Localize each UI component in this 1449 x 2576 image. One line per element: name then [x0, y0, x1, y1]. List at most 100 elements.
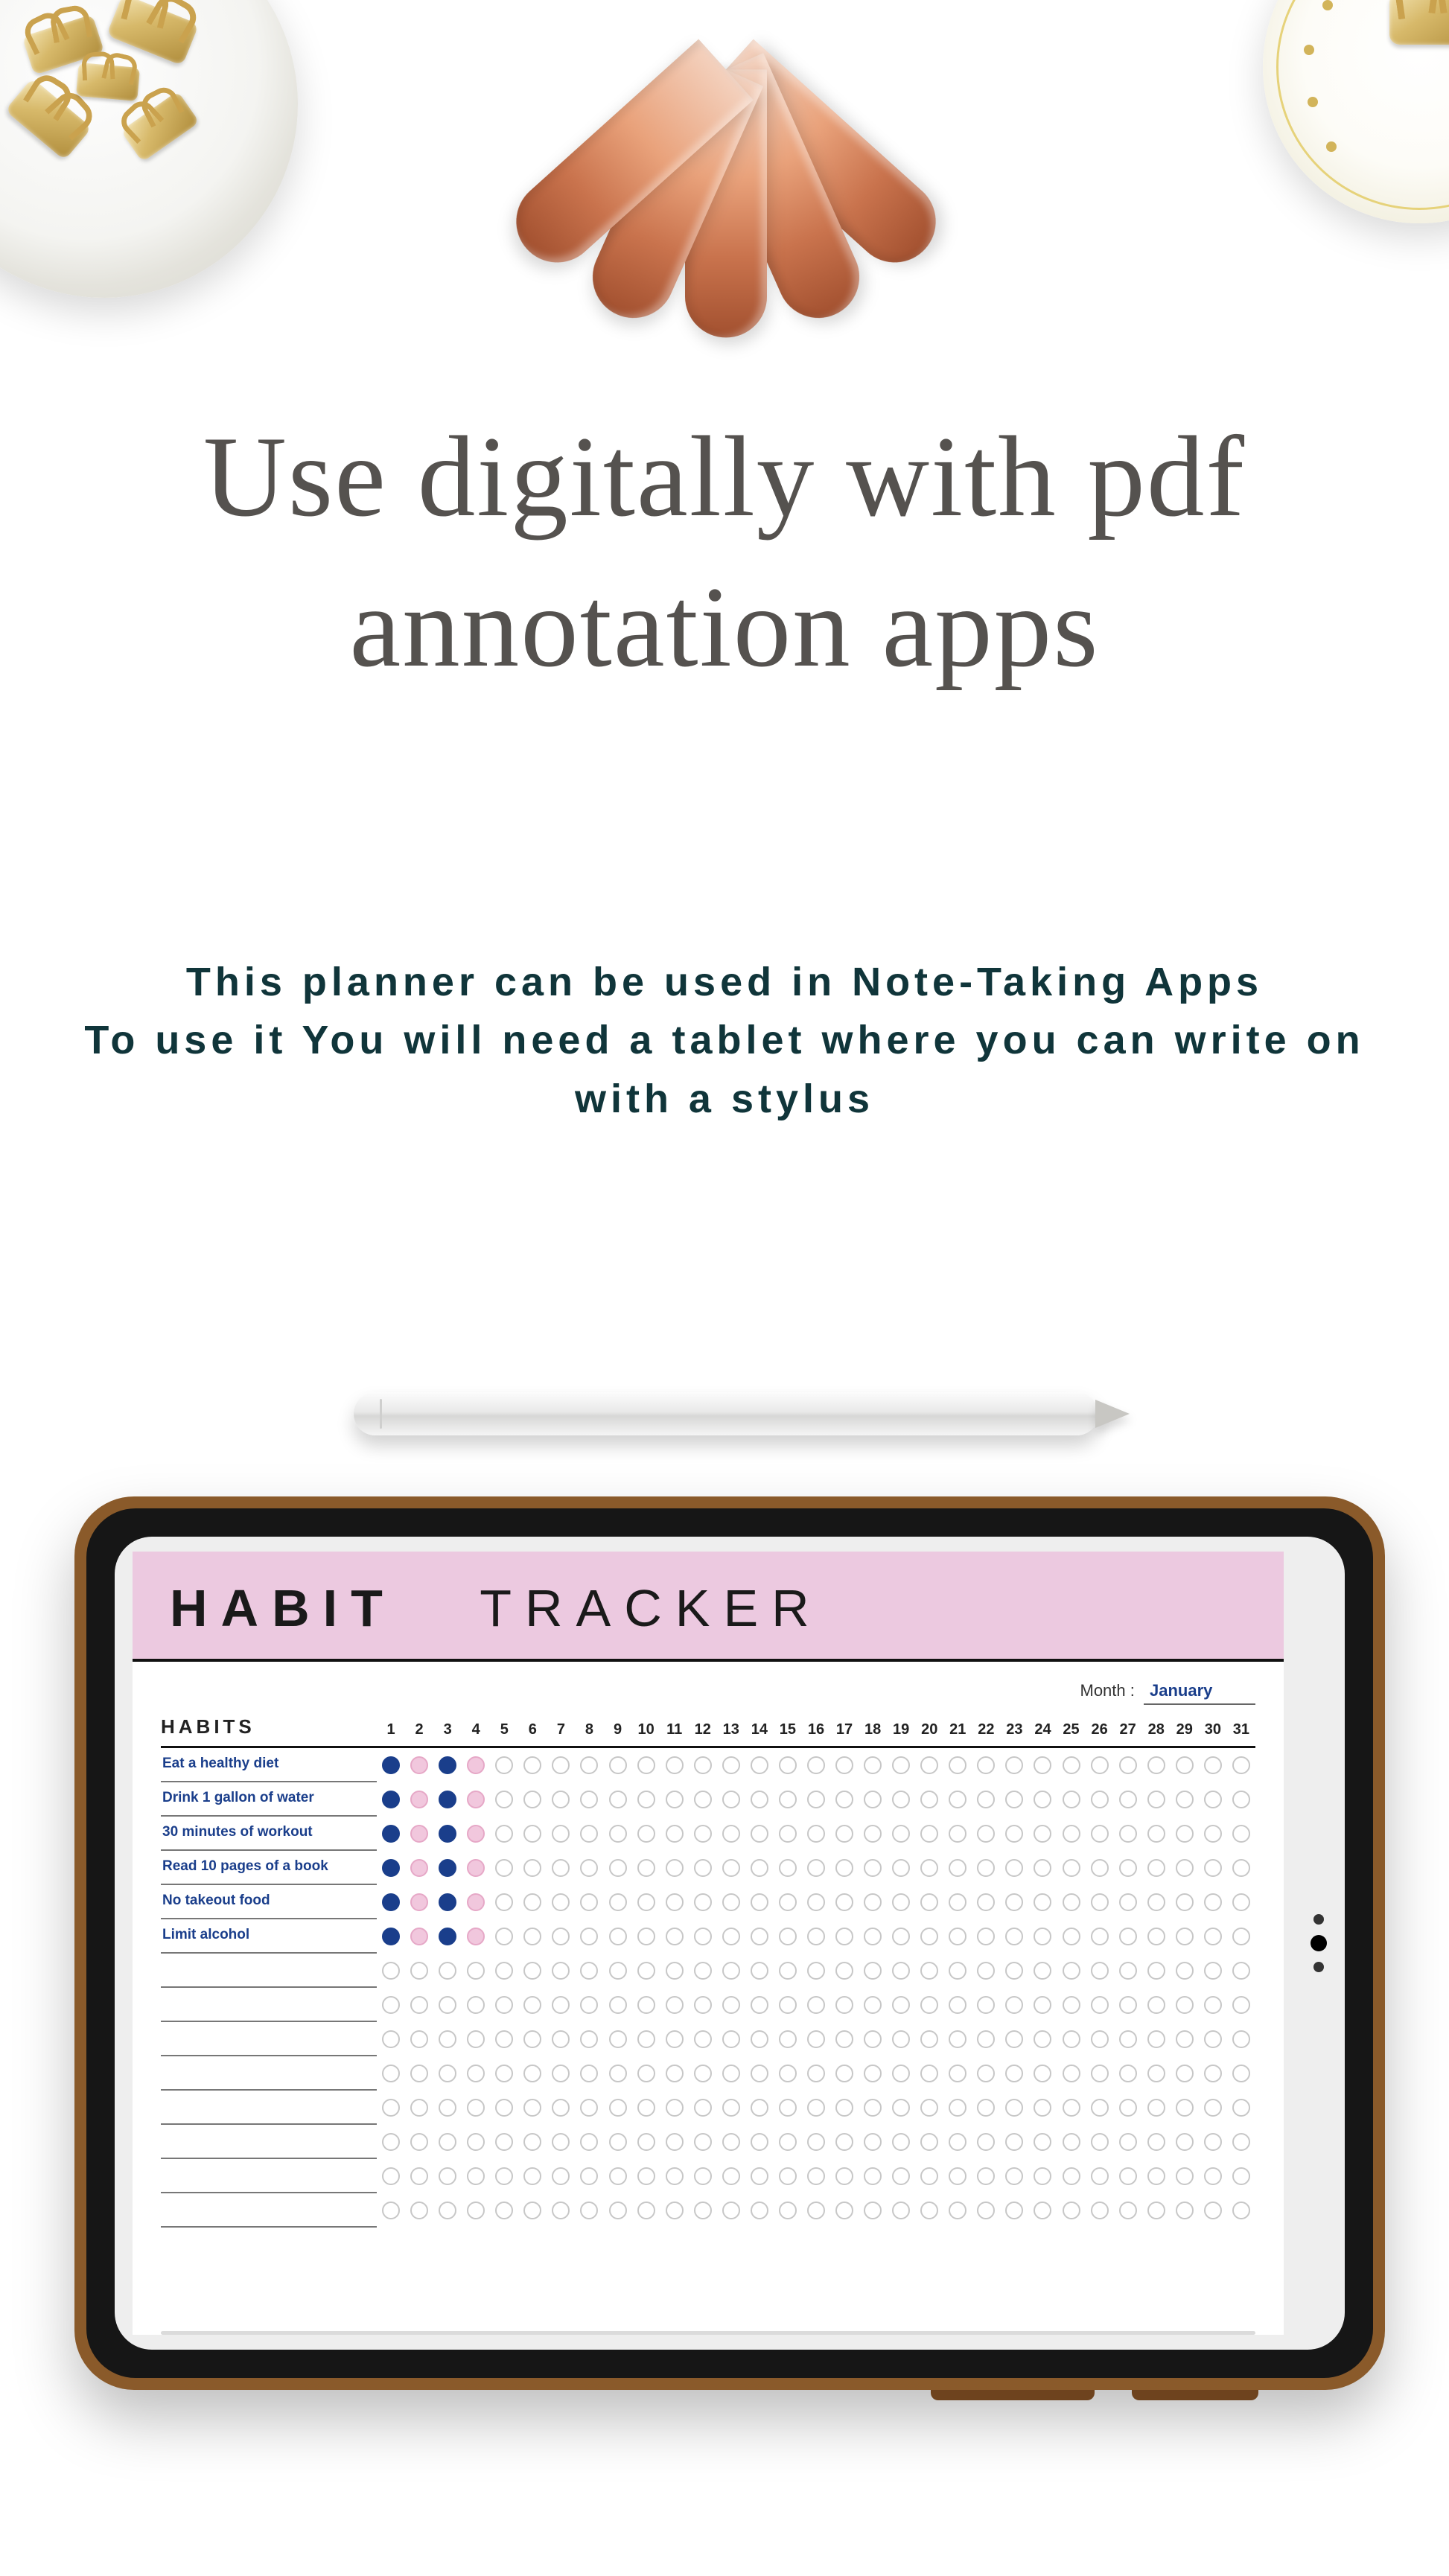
habit-dot-cell[interactable] [1199, 2099, 1227, 2117]
habit-dot-cell[interactable] [1000, 1791, 1028, 1808]
habit-dot-cell[interactable] [490, 2099, 518, 2117]
habit-dot-cell[interactable] [1142, 1893, 1171, 1911]
habit-dot-cell[interactable] [1114, 2030, 1142, 2048]
habit-dot-cell[interactable] [915, 1996, 943, 2014]
habit-dot-cell[interactable] [377, 1962, 405, 1980]
habit-dot-cell[interactable] [632, 1756, 660, 1774]
habit-dot-cell[interactable] [774, 1962, 802, 1980]
habit-dot-cell[interactable] [915, 1962, 943, 1980]
habit-dot-cell[interactable] [745, 1928, 774, 1945]
habit-dot-cell[interactable] [547, 2133, 575, 2151]
habit-dot-cell[interactable] [1199, 1996, 1227, 2014]
habit-dot-cell[interactable] [1086, 2030, 1114, 2048]
habit-dot-cell[interactable] [689, 1756, 717, 1774]
habit-dot-cell[interactable] [887, 1996, 915, 2014]
habit-dot-cell[interactable] [433, 1893, 462, 1911]
habit-dot-cell[interactable] [1057, 2202, 1086, 2219]
habit-dot-cell[interactable] [745, 1962, 774, 1980]
habit-dot-cell[interactable] [1227, 1825, 1255, 1843]
habit-dot-cell[interactable] [462, 1893, 490, 1911]
habit-dot-cell[interactable] [490, 2167, 518, 2185]
habit-dot-cell[interactable] [1227, 1859, 1255, 1877]
habit-dot-cell[interactable] [462, 2202, 490, 2219]
habit-dot-cell[interactable] [1171, 1791, 1199, 1808]
habit-dot-cell[interactable] [1028, 1962, 1057, 1980]
habit-dot-cell[interactable] [490, 2133, 518, 2151]
habit-dot-cell[interactable] [1028, 1996, 1057, 2014]
habit-dot-cell[interactable] [1028, 2065, 1057, 2082]
habit-dot-cell[interactable] [1199, 2065, 1227, 2082]
habit-dot-cell[interactable] [859, 1859, 887, 1877]
habit-dot-cell[interactable] [1086, 1791, 1114, 1808]
habit-dot-cell[interactable] [1114, 1962, 1142, 1980]
habit-dot-cell[interactable] [575, 1756, 603, 1774]
habit-dot-cell[interactable] [1142, 1996, 1171, 2014]
habit-dot-cell[interactable] [717, 1962, 745, 1980]
habit-dot-cell[interactable] [1171, 1756, 1199, 1774]
habit-dot-cell[interactable] [490, 1825, 518, 1843]
habit-dot-cell[interactable] [1028, 2133, 1057, 2151]
habit-dot-cell[interactable] [405, 2202, 433, 2219]
habit-dot-cell[interactable] [632, 2202, 660, 2219]
habit-dot-cell[interactable] [943, 1825, 972, 1843]
habit-dot-cell[interactable] [1142, 2202, 1171, 2219]
habit-dot-cell[interactable] [1142, 1928, 1171, 1945]
habit-dot-cell[interactable] [1171, 1825, 1199, 1843]
habit-dot-cell[interactable] [490, 2065, 518, 2082]
habit-dot-cell[interactable] [689, 1791, 717, 1808]
habit-dot-cell[interactable] [802, 1893, 830, 1911]
habit-dot-cell[interactable] [405, 1825, 433, 1843]
habit-dot-cell[interactable] [462, 2030, 490, 2048]
habit-label[interactable] [161, 1954, 377, 1988]
habit-dot-cell[interactable] [377, 2167, 405, 2185]
habit-dot-cell[interactable] [660, 1996, 689, 2014]
habit-dot-cell[interactable] [377, 2099, 405, 2117]
habit-dot-cell[interactable] [1057, 1756, 1086, 1774]
habit-dot-cell[interactable] [1199, 2202, 1227, 2219]
habit-dot-cell[interactable] [915, 2065, 943, 2082]
habit-dot-cell[interactable] [915, 2030, 943, 2048]
habit-dot-cell[interactable] [1000, 1893, 1028, 1911]
habit-dot-cell[interactable] [717, 2133, 745, 2151]
habit-dot-cell[interactable] [943, 2133, 972, 2151]
month-value[interactable]: January [1144, 1680, 1255, 1705]
habit-dot-cell[interactable] [1142, 1859, 1171, 1877]
habit-dot-cell[interactable] [774, 1893, 802, 1911]
habit-dot-cell[interactable] [774, 2030, 802, 2048]
habit-dot-cell[interactable] [802, 1962, 830, 1980]
habit-label[interactable]: 30 minutes of workout [161, 1817, 377, 1851]
habit-dot-cell[interactable] [1000, 2065, 1028, 2082]
habit-dot-cell[interactable] [1171, 1962, 1199, 1980]
habit-dot-cell[interactable] [547, 1962, 575, 1980]
habit-dot-cell[interactable] [774, 1996, 802, 2014]
habit-dot-cell[interactable] [604, 2030, 632, 2048]
habit-dot-cell[interactable] [1000, 2099, 1028, 2117]
habit-dot-cell[interactable] [377, 1859, 405, 1877]
habit-dot-cell[interactable] [462, 2099, 490, 2117]
habit-dot-cell[interactable] [717, 1996, 745, 2014]
habit-dot-cell[interactable] [575, 1859, 603, 1877]
habit-dot-cell[interactable] [972, 1825, 1000, 1843]
habit-dot-cell[interactable] [1086, 1893, 1114, 1911]
habit-dot-cell[interactable] [377, 2030, 405, 2048]
habit-dot-cell[interactable] [604, 1996, 632, 2014]
habit-dot-cell[interactable] [943, 1928, 972, 1945]
habit-dot-cell[interactable] [802, 2133, 830, 2151]
habit-dot-cell[interactable] [717, 2167, 745, 2185]
habit-dot-cell[interactable] [1142, 2030, 1171, 2048]
habit-dot-cell[interactable] [1028, 1825, 1057, 1843]
habit-dot-cell[interactable] [1227, 2065, 1255, 2082]
habit-dot-cell[interactable] [1028, 1791, 1057, 1808]
habit-dot-cell[interactable] [547, 2202, 575, 2219]
habit-dot-cell[interactable] [915, 1825, 943, 1843]
habit-dot-cell[interactable] [774, 2133, 802, 2151]
habit-dot-cell[interactable] [1227, 1962, 1255, 1980]
habit-dot-cell[interactable] [1000, 1962, 1028, 1980]
habit-dot-cell[interactable] [1057, 1928, 1086, 1945]
habit-dot-cell[interactable] [433, 1996, 462, 2014]
habit-dot-cell[interactable] [1086, 2065, 1114, 2082]
habit-dot-cell[interactable] [717, 2099, 745, 2117]
habit-dot-cell[interactable] [1199, 1825, 1227, 1843]
habit-dot-cell[interactable] [660, 2133, 689, 2151]
habit-dot-cell[interactable] [632, 2099, 660, 2117]
